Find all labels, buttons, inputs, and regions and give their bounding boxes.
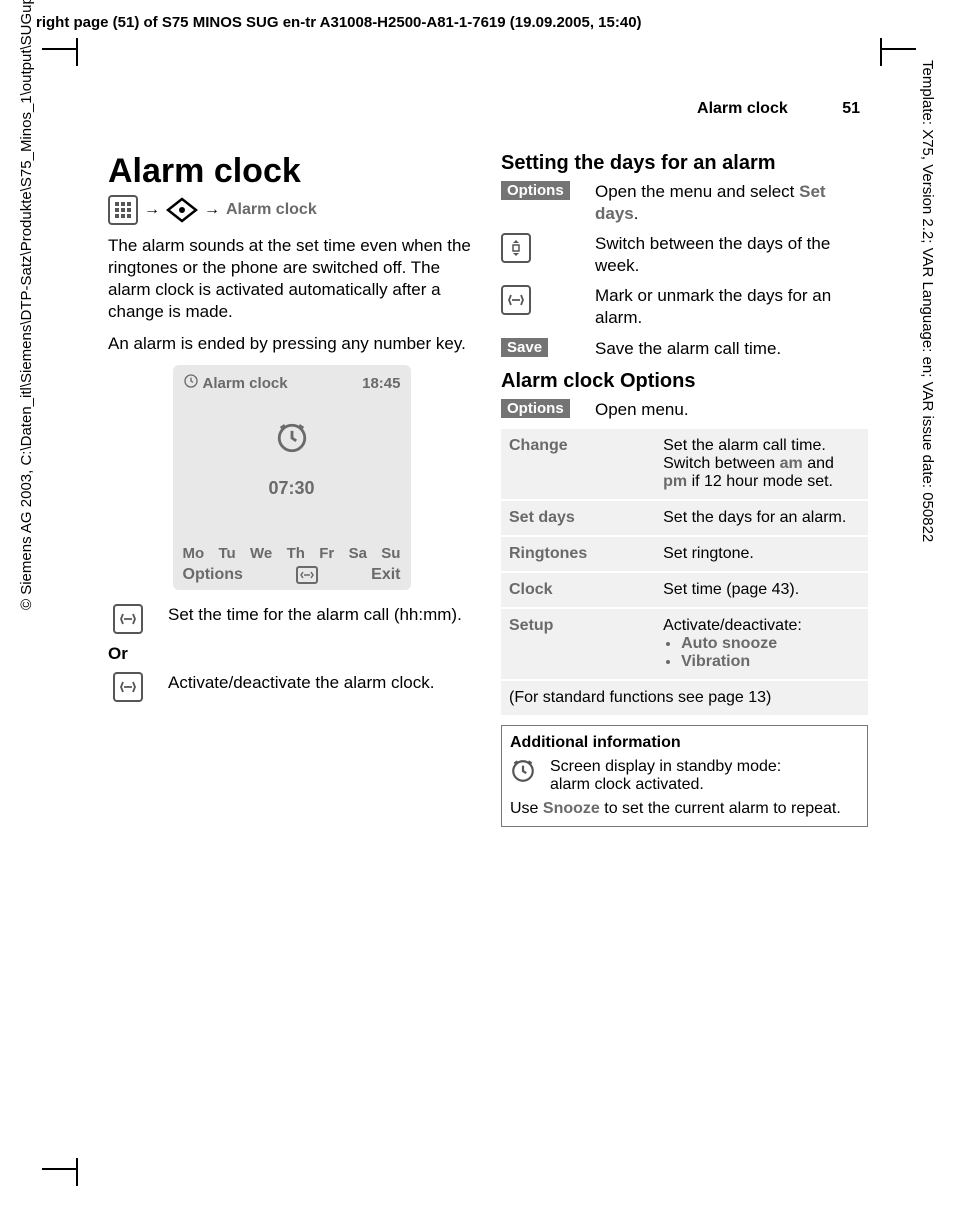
- day-su: Su: [381, 545, 400, 562]
- note-title: Additional information: [510, 734, 859, 752]
- center-key-icon: [501, 285, 531, 315]
- running-head: Alarm clock 51: [108, 100, 868, 118]
- clock-large-icon: [275, 442, 309, 459]
- page-content: Alarm clock 51 Alarm clock → → Al: [108, 100, 868, 827]
- day-sa: Sa: [349, 545, 367, 562]
- note-body: Screen display in standby mode: alarm cl…: [550, 758, 781, 794]
- table-row: Set days Set the days for an alarm.: [501, 500, 868, 536]
- phone-status-time: 18:45: [362, 375, 400, 392]
- crop-mark: [880, 38, 882, 66]
- heading-options: Alarm clock Options: [501, 370, 868, 393]
- crop-mark: [42, 1168, 76, 1170]
- options-table: Change Set the alarm call time. Switch b…: [501, 429, 868, 717]
- save-chip: Save: [501, 338, 548, 357]
- crop-mark: [76, 38, 78, 66]
- opt-setdays-val: Set the days for an alarm.: [655, 500, 868, 536]
- day-fr: Fr: [319, 545, 334, 562]
- day-tu: Tu: [219, 545, 236, 562]
- crop-mark: [42, 48, 76, 50]
- organiser-diamond-icon: [166, 197, 198, 223]
- center-key-icon: [113, 604, 143, 634]
- row-open-menu-2: Open menu.: [595, 399, 868, 421]
- nav-path: → → Alarm clock: [108, 195, 475, 225]
- table-row: Clock Set time (page 43).: [501, 572, 868, 608]
- day-we: We: [250, 545, 272, 562]
- table-row: Ringtones Set ringtone.: [501, 536, 868, 572]
- right-margin-template: Template: X75, Version 2.2; VAR Language…: [919, 60, 936, 542]
- clock-icon: [510, 758, 536, 789]
- heading-setting-days: Setting the days for an alarm: [501, 152, 868, 175]
- page-number: 51: [842, 100, 860, 117]
- crop-mark: [882, 48, 916, 50]
- left-column: Alarm clock → → Alarm clock The alarm so…: [108, 152, 475, 827]
- opt-change-key: Change: [501, 429, 655, 500]
- opt-clock-key: Clock: [501, 572, 655, 608]
- source-header: right page (51) of S75 MINOS SUG en-tr A…: [36, 14, 642, 31]
- phone-title: Alarm clock: [203, 375, 288, 392]
- step-set-time: Set the time for the alarm call (hh:mm).: [168, 604, 475, 626]
- opt-setup-val: Activate/deactivate: Auto snooze Vibrati…: [655, 608, 868, 680]
- opt-ringtones-key: Ringtones: [501, 536, 655, 572]
- additional-info-box: Additional information Screen display in…: [501, 725, 868, 827]
- opt-setdays-key: Set days: [501, 500, 655, 536]
- intro-paragraph-1: The alarm sounds at the set time even wh…: [108, 235, 475, 323]
- softkey-right: Exit: [371, 566, 400, 584]
- nav-alarm-clock-label: Alarm clock: [226, 201, 317, 219]
- note-snooze: Use Snooze to set the current alarm to r…: [510, 800, 859, 818]
- nav-up-down-icon: [501, 233, 531, 263]
- day-th: Th: [287, 545, 305, 562]
- menu-grid-icon: [108, 195, 138, 225]
- phone-days-row: Mo Tu We Th Fr Sa Su: [183, 545, 401, 562]
- clock-small-icon: [183, 373, 199, 393]
- phone-screen-mock: Alarm clock 18:45 07:30 Mo Tu We Th Fr: [173, 365, 411, 590]
- row-mark-days: Mark or unmark the days for an alarm.: [595, 285, 868, 329]
- opt-ringtones-val: Set ringtone.: [655, 536, 868, 572]
- or-label: Or: [108, 644, 475, 664]
- running-head-title: Alarm clock: [697, 100, 788, 117]
- center-key-icon: [113, 672, 143, 702]
- arrow-icon: →: [204, 201, 220, 219]
- step-activate: Activate/deactivate the alarm clock.: [168, 672, 475, 694]
- table-row: Setup Activate/deactivate: Auto snooze V…: [501, 608, 868, 680]
- arrow-icon: →: [144, 201, 160, 219]
- row-switch-days: Switch between the days of the week.: [595, 233, 868, 277]
- day-mo: Mo: [183, 545, 205, 562]
- options-chip: Options: [501, 181, 570, 200]
- left-margin-path: © Siemens AG 2003, C:\Daten_itl\Siemens\…: [18, 0, 35, 610]
- opts-footer: (For standard functions see page 13): [501, 680, 868, 716]
- options-chip: Options: [501, 399, 570, 418]
- intro-paragraph-2: An alarm is ended by pressing any number…: [108, 333, 475, 355]
- opt-setup-key: Setup: [501, 608, 655, 680]
- row-save: Save the alarm call time.: [595, 338, 868, 360]
- opt-clock-val: Set time (page 43).: [655, 572, 868, 608]
- center-key-icon: [296, 566, 318, 584]
- row-open-menu: Open the menu and select Set days.: [595, 181, 868, 225]
- phone-alarm-time: 07:30: [183, 478, 401, 499]
- crop-mark: [76, 1158, 78, 1186]
- bullet-auto-snooze: Auto snooze: [681, 635, 860, 653]
- opt-change-val: Set the alarm call time. Switch between …: [655, 429, 868, 500]
- bullet-vibration: Vibration: [681, 653, 860, 671]
- table-footer: (For standard functions see page 13): [501, 680, 868, 716]
- right-column: Setting the days for an alarm Options Op…: [501, 152, 868, 827]
- table-row: Change Set the alarm call time. Switch b…: [501, 429, 868, 500]
- page-title: Alarm clock: [108, 152, 475, 191]
- softkey-left: Options: [183, 566, 243, 584]
